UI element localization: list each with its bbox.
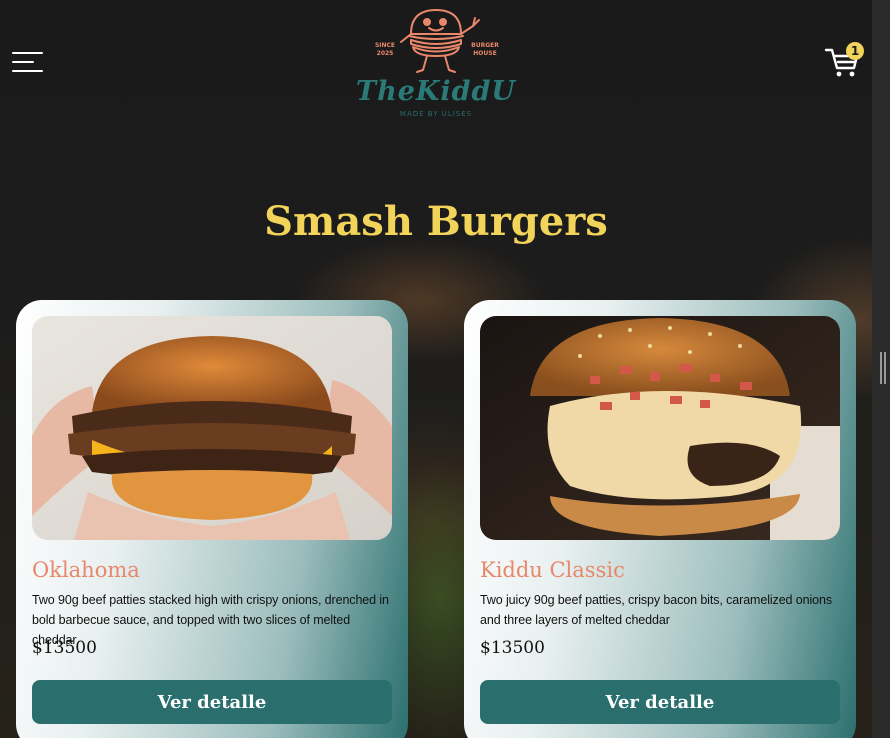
view-detail-button[interactable]: Ver detalle xyxy=(480,680,840,724)
product-price: $13500 xyxy=(480,638,545,658)
scrollbar-thumb[interactable] xyxy=(880,352,886,384)
product-card: Kiddu Classic Two juicy 90g beef patties… xyxy=(464,300,856,738)
brand-subtitle: MADE BY ULISES xyxy=(399,110,473,118)
burger-mascot-logo xyxy=(400,9,480,73)
burger-house-label: BURGER HOUSE xyxy=(471,42,499,57)
brand-logo[interactable]: SINCE 2025 BURGER HOUSE TheKiddU MADE BY… xyxy=(345,4,527,122)
hamburger-menu-icon-line xyxy=(12,61,34,63)
product-name: Kiddu Classic xyxy=(480,558,625,582)
cart-count-badge: 1 xyxy=(846,42,864,60)
section-title: Smash Burgers xyxy=(264,198,608,245)
product-image xyxy=(480,316,840,540)
view-detail-button[interactable]: Ver detalle xyxy=(32,680,392,724)
burger-photo xyxy=(32,316,392,540)
burger-photo xyxy=(480,316,840,540)
product-name: Oklahoma xyxy=(32,558,140,582)
hamburger-menu-icon xyxy=(12,52,43,54)
product-card: Oklahoma Two 90g beef patties stacked hi… xyxy=(16,300,408,738)
scrollbar[interactable] xyxy=(872,0,890,738)
hamburger-menu-icon-line xyxy=(12,70,43,72)
brand-name: TheKiddU xyxy=(356,76,516,107)
product-description: Two juicy 90g beef patties, crispy bacon… xyxy=(480,593,833,627)
product-price: $13500 xyxy=(32,638,97,658)
menu-button[interactable] xyxy=(12,50,44,74)
product-image xyxy=(32,316,392,540)
cart-button[interactable]: 1 xyxy=(824,42,864,78)
since-label: SINCE 2025 xyxy=(374,42,396,57)
